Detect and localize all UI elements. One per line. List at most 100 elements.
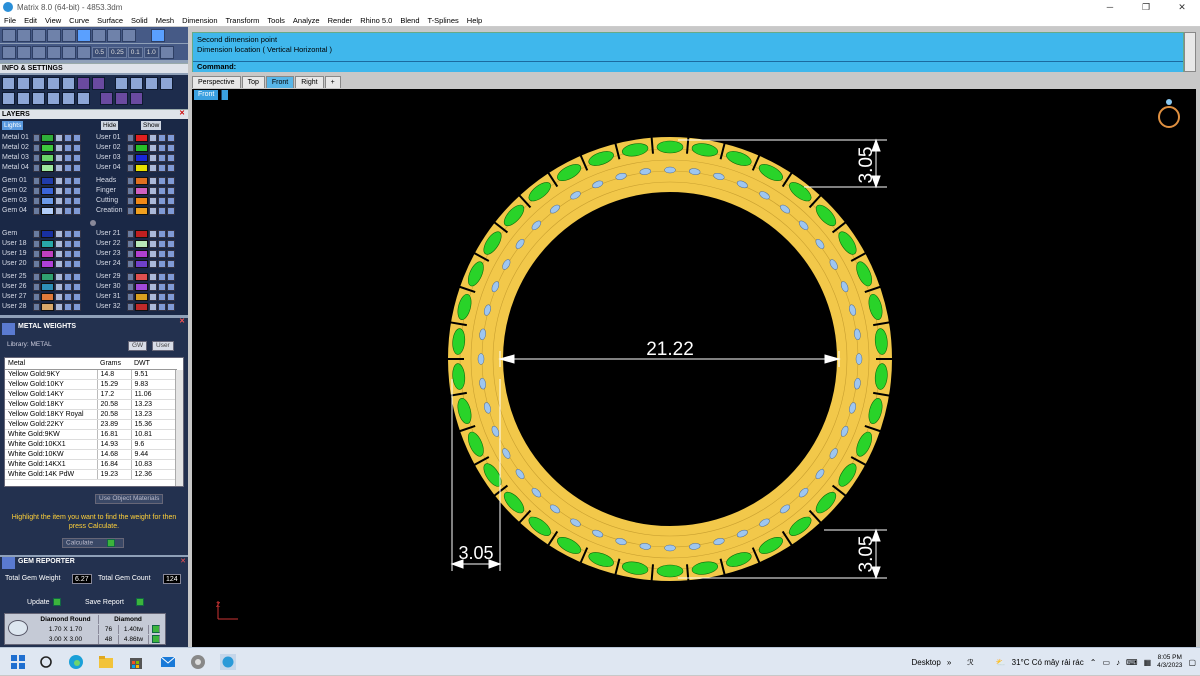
- layer-row[interactable]: User 25: [0, 272, 82, 281]
- lock-icon[interactable]: [149, 259, 157, 268]
- rhino-icon[interactable]: [190, 654, 206, 670]
- layer-row[interactable]: User 04: [94, 163, 176, 172]
- layer-color-swatch[interactable]: [135, 272, 148, 281]
- visibility-icon[interactable]: [158, 133, 166, 142]
- weather-icon[interactable]: ⛅: [996, 658, 1006, 667]
- command-input[interactable]: Command:: [193, 61, 1183, 72]
- layer-current-icon[interactable]: [127, 163, 134, 172]
- menu-analyze[interactable]: Analyze: [289, 14, 324, 27]
- volume-icon[interactable]: ♪: [1116, 658, 1120, 667]
- tool-icon[interactable]: [32, 28, 46, 42]
- render-icon[interactable]: [73, 282, 81, 291]
- visibility-icon[interactable]: [158, 143, 166, 152]
- visibility-icon[interactable]: [158, 259, 166, 268]
- layer-color-swatch[interactable]: [135, 133, 148, 142]
- go-icon[interactable]: [152, 635, 160, 643]
- layer-row[interactable]: Finger: [94, 186, 176, 195]
- lock-icon[interactable]: [149, 239, 157, 248]
- render-icon[interactable]: [167, 133, 175, 142]
- layer-current-icon[interactable]: [33, 292, 40, 301]
- clock[interactable]: 8:05 PM 4/3/2023: [1157, 654, 1182, 670]
- layer-color-swatch[interactable]: [41, 153, 54, 162]
- visibility-icon[interactable]: [158, 239, 166, 248]
- table-row[interactable]: Yellow Gold:22KY 23.89 15.36: [5, 419, 177, 430]
- chevron-icon[interactable]: »: [947, 658, 951, 667]
- layer-row[interactable]: User 24: [94, 259, 176, 268]
- layer-row[interactable]: User 30: [94, 282, 176, 291]
- snap-value[interactable]: 0.5: [92, 46, 108, 58]
- layer-row[interactable]: User 26: [0, 282, 82, 291]
- visibility-icon[interactable]: [158, 186, 166, 195]
- table-row[interactable]: White Gold:14KX1 16.84 10.83: [5, 459, 177, 470]
- layer-current-icon[interactable]: [127, 133, 134, 142]
- layer-color-swatch[interactable]: [135, 153, 148, 162]
- notification-icon[interactable]: ▢: [1188, 658, 1196, 667]
- layer-color-swatch[interactable]: [135, 239, 148, 248]
- menu-transform[interactable]: Transform: [222, 14, 264, 27]
- layer-row[interactable]: User 03: [94, 153, 176, 162]
- render-icon[interactable]: [73, 272, 81, 281]
- menu-solid[interactable]: Solid: [127, 14, 152, 27]
- front-viewport[interactable]: Front 21.22 3.05 3.05 3.05 Z: [192, 89, 1196, 647]
- tool-icon[interactable]: [17, 45, 31, 59]
- mail-icon[interactable]: [160, 654, 176, 670]
- lock-icon[interactable]: [149, 133, 157, 142]
- table-row[interactable]: White Gold:9KW 16.81 10.81: [5, 429, 177, 440]
- filter-icon[interactable]: [47, 92, 60, 105]
- lock-icon[interactable]: [55, 229, 63, 238]
- table-row[interactable]: White Gold:10KX1 14.93 9.6: [5, 439, 177, 450]
- tool-icon[interactable]: [92, 28, 106, 42]
- render-icon[interactable]: [73, 302, 81, 311]
- lock-icon[interactable]: [55, 133, 63, 142]
- menu-blend[interactable]: Blend: [396, 14, 423, 27]
- layer-row[interactable]: User 20: [0, 259, 82, 268]
- desktop-toolbar[interactable]: Desktop: [911, 658, 940, 667]
- render-icon[interactable]: [73, 229, 81, 238]
- close-button[interactable]: ✕: [1164, 0, 1200, 14]
- layer-current-icon[interactable]: [127, 196, 134, 205]
- lock-icon[interactable]: [149, 229, 157, 238]
- lock-icon[interactable]: [149, 282, 157, 291]
- layer-color-swatch[interactable]: [41, 292, 54, 301]
- lock-icon[interactable]: [55, 206, 63, 215]
- splitter-handle[interactable]: [90, 220, 96, 226]
- snap-value[interactable]: 0.25: [108, 46, 127, 58]
- layer-color-swatch[interactable]: [135, 292, 148, 301]
- hide-button[interactable]: Hide: [101, 121, 119, 130]
- lock-icon[interactable]: [55, 302, 63, 311]
- layer-current-icon[interactable]: [127, 302, 134, 311]
- tool-icon[interactable]: [32, 45, 46, 59]
- table-row[interactable]: Yellow Gold:9KY 14.8 9.51: [5, 369, 177, 380]
- render-icon[interactable]: [167, 196, 175, 205]
- tool-icon[interactable]: [62, 45, 76, 59]
- grid-icon[interactable]: [160, 77, 173, 90]
- render-icon[interactable]: [32, 77, 45, 90]
- command-scrollbar[interactable]: [1184, 32, 1196, 72]
- sphere-icon[interactable]: [2, 92, 15, 105]
- tab-front[interactable]: Front: [265, 76, 295, 88]
- layer-color-swatch[interactable]: [41, 229, 54, 238]
- layer-color-swatch[interactable]: [135, 282, 148, 291]
- visibility-icon[interactable]: [158, 206, 166, 215]
- edge-browser-icon[interactable]: [68, 654, 84, 670]
- render-icon[interactable]: [73, 153, 81, 162]
- layer-current-icon[interactable]: [127, 229, 134, 238]
- layer-color-swatch[interactable]: [41, 282, 54, 291]
- layer-row[interactable]: Cutting: [94, 196, 176, 205]
- layer-current-icon[interactable]: [33, 133, 40, 142]
- render-icon[interactable]: [167, 206, 175, 215]
- layer-current-icon[interactable]: [127, 292, 134, 301]
- layer-color-swatch[interactable]: [41, 239, 54, 248]
- visibility-icon[interactable]: [64, 143, 72, 152]
- view-icon[interactable]: [130, 77, 143, 90]
- layer-current-icon[interactable]: [127, 249, 134, 258]
- visibility-icon[interactable]: [64, 133, 72, 142]
- menu-surface[interactable]: Surface: [93, 14, 127, 27]
- layer-row[interactable]: User 22: [94, 239, 176, 248]
- layer-current-icon[interactable]: [127, 153, 134, 162]
- weather-text[interactable]: 31°C Có mây rải rác: [1012, 658, 1084, 667]
- matrix-app-icon[interactable]: [220, 654, 236, 670]
- menu-edit[interactable]: Edit: [20, 14, 41, 27]
- layer-row[interactable]: User 23: [94, 249, 176, 258]
- render-icon[interactable]: [167, 143, 175, 152]
